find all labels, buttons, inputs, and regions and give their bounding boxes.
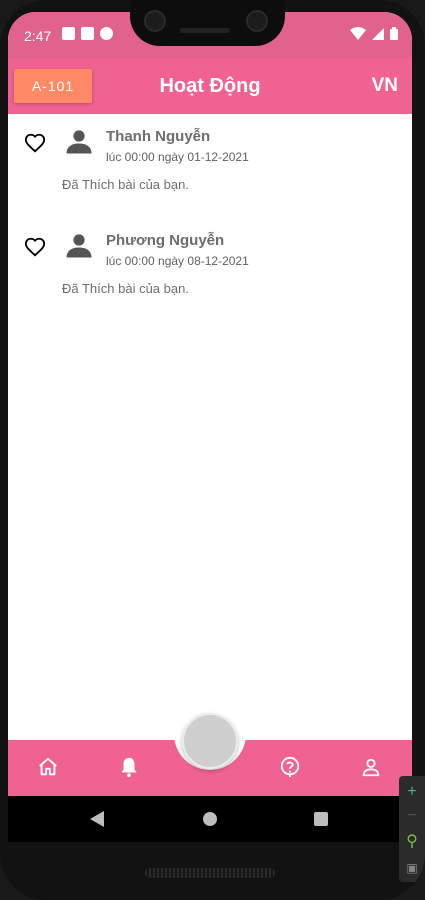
earpiece-speaker xyxy=(180,28,230,33)
signal-icon xyxy=(372,27,384,40)
back-icon[interactable] xyxy=(90,811,104,827)
magnify-icon[interactable]: ⚲ xyxy=(404,834,420,850)
recents-square-icon[interactable] xyxy=(314,812,328,826)
activity-user-name[interactable]: Thanh Nguyễn xyxy=(106,128,210,145)
sd-card-icon xyxy=(81,27,94,40)
front-camera-right xyxy=(246,10,268,32)
activity-message: Đã Thích bài của bạn. xyxy=(62,177,189,192)
help-icon[interactable] xyxy=(279,756,301,778)
emulator-toolbar: + − ⚲ ▣ xyxy=(399,776,425,882)
heart-icon[interactable] xyxy=(24,132,46,154)
app-screen: 2:47 A-101 Hoạt Động VN Thanh Nguyễn lúc… xyxy=(8,12,412,796)
device-frame: 2:47 A-101 Hoạt Động VN Thanh Nguyễn lúc… xyxy=(0,0,425,900)
activity-message: Đã Thích bài của bạn. xyxy=(62,281,189,296)
activity-item[interactable]: Phương Nguyễn lúc 00:00 ngày 08-12-2021 … xyxy=(8,218,412,322)
home-icon[interactable] xyxy=(37,756,59,778)
language-toggle[interactable]: VN xyxy=(372,75,398,97)
zoom-out-icon[interactable]: − xyxy=(404,808,420,824)
activity-list: Thanh Nguyễn lúc 00:00 ngày 01-12-2021 Đ… xyxy=(8,114,412,322)
no-disturb-icon xyxy=(100,27,113,40)
center-fab-button[interactable] xyxy=(182,713,238,769)
user-icon[interactable] xyxy=(360,756,382,778)
bell-icon[interactable] xyxy=(118,756,140,778)
heart-icon[interactable] xyxy=(24,236,46,258)
front-camera-left xyxy=(144,10,166,32)
activity-timestamp: lúc 00:00 ngày 01-12-2021 xyxy=(106,150,249,164)
bottom-speaker-grill xyxy=(145,868,275,878)
app-bar: A-101 Hoạt Động VN xyxy=(8,58,412,114)
avatar-icon xyxy=(66,130,92,154)
wifi-icon xyxy=(350,27,366,40)
avatar-icon xyxy=(66,234,92,258)
gmail-icon xyxy=(62,27,75,40)
battery-icon xyxy=(390,27,398,40)
status-notification-icons xyxy=(62,27,113,40)
status-time: 2:47 xyxy=(24,28,52,44)
status-system-icons xyxy=(350,27,398,40)
activity-user-name[interactable]: Phương Nguyễn xyxy=(106,232,224,249)
home-circle-icon[interactable] xyxy=(203,812,217,826)
zoom-in-icon[interactable]: + xyxy=(404,784,420,800)
system-nav-bar xyxy=(8,796,412,842)
camera-notch xyxy=(130,0,285,46)
activity-item[interactable]: Thanh Nguyễn lúc 00:00 ngày 01-12-2021 Đ… xyxy=(8,114,412,218)
screenshot-icon[interactable]: ▣ xyxy=(404,860,420,876)
activity-timestamp: lúc 00:00 ngày 08-12-2021 xyxy=(106,254,249,268)
page-title: Hoạt Động xyxy=(159,75,261,97)
